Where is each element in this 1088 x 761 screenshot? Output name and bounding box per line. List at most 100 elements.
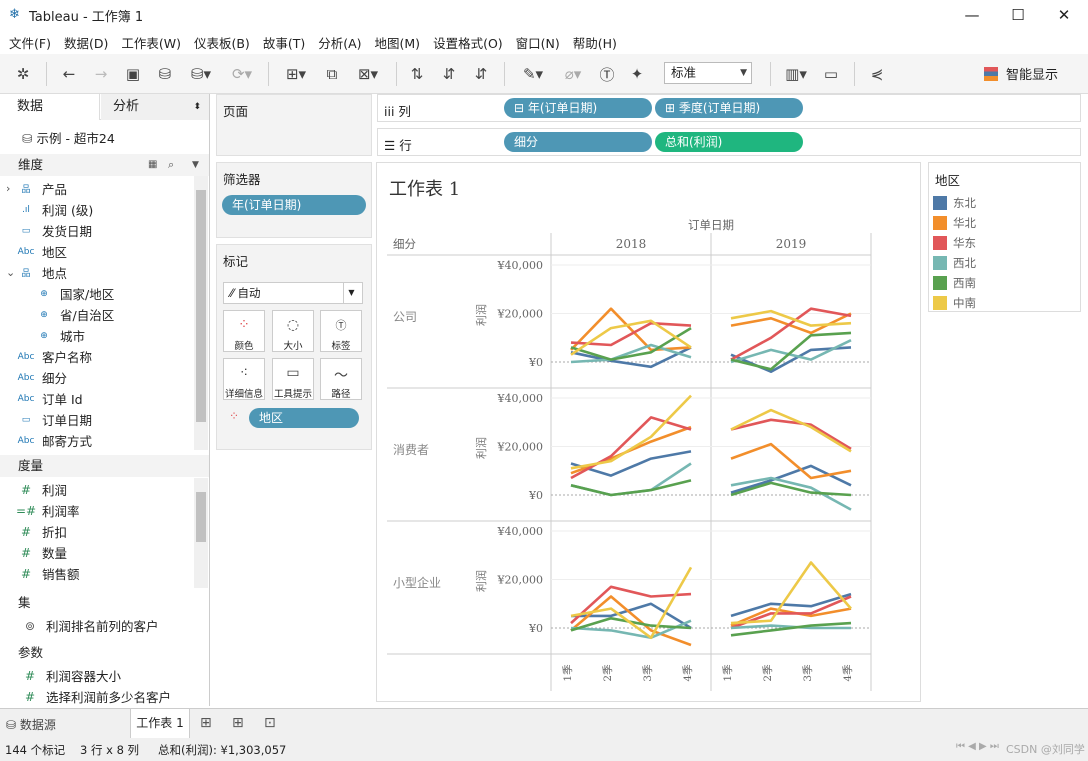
legend-item[interactable]: 东北 [933,194,976,212]
menu-dashboard[interactable]: 仪表板(B) [194,33,250,52]
row-pill-segment[interactable]: 细分 [504,132,652,152]
expand-icon[interactable]: › [6,182,16,195]
row-pill-profit[interactable]: 总和(利润) [655,132,803,152]
menu-help[interactable]: 帮助(H) [573,33,617,52]
worksheet-view[interactable]: 工作表 1 订单日期 细分 2018 2019 公司 利润 ¥40,000 ¥20,000… [376,162,921,702]
measure-field[interactable]: # 数量 [16,542,67,563]
path-button[interactable]: 〜路径 [320,358,362,400]
fit-width-icon[interactable]: ▥▾ [778,63,814,85]
undo-icon[interactable]: ← [58,63,80,85]
redo-icon[interactable]: → [90,63,112,85]
minimize-button[interactable]: — [949,0,995,30]
new-worksheet-icon[interactable]: ⊞ [200,715,212,731]
highlight-icon[interactable]: ✎▾ [516,63,550,85]
menu-file[interactable]: 文件(F) [9,33,51,52]
clear-sheet-icon[interactable]: ⊠▾ [350,63,386,85]
measure-field[interactable]: # 折扣 [16,521,67,542]
share-icon[interactable]: ⋞ [866,63,888,85]
tooltip-button[interactable]: ▭ 工具提示 [272,358,314,400]
fit-select[interactable]: 标准 ▼ [664,62,752,84]
measure-field[interactable]: # 利润 [16,479,67,500]
menu-format[interactable]: 设置格式(O) [433,33,503,52]
param-item[interactable]: # 选择利润前多少名客户 [20,686,171,707]
save-icon[interactable]: ▣ [122,63,144,85]
datasource-item[interactable]: ⛁ 示例 - 超市24 [22,128,115,147]
color-pill[interactable]: 地区 [249,408,359,428]
legend-item[interactable]: 西南 [933,274,976,292]
chevron-down-icon[interactable]: ▼ [192,154,199,176]
show-labels-icon[interactable]: Ⓣ [596,63,618,85]
legend-item[interactable]: 华北 [933,214,976,232]
mark-type-select[interactable]: ⁄⁄ 自动 ▼ [223,282,363,304]
legend-item[interactable]: 西北 [933,254,976,272]
line-chart[interactable]: 工作表 1 订单日期 细分 2018 2019公司 利润¥40,000¥20,000… [377,163,920,701]
sheet-tab[interactable]: 工作表 1 [130,709,190,738]
new-story-icon[interactable]: ⊡ [264,715,276,731]
new-datasource-icon[interactable]: ⛁ [154,63,176,85]
set-item[interactable]: ⊚ 利润排名前列的客户 [20,615,159,636]
size-button[interactable]: ◌ 大小 [272,310,314,352]
datasource-tab[interactable]: ⛁ 数据源 [6,716,56,733]
dimension-field[interactable]: › 品 产品 [6,178,67,199]
maximize-button[interactable]: ☐ [995,0,1041,30]
smart-show-button[interactable]: 智能显示 [984,64,1058,83]
group-icon[interactable]: ⌀▾ [556,63,590,85]
measure-field[interactable]: # 销售额 [16,563,80,584]
dimension-field[interactable]: ⊕ 城市 [34,325,85,346]
dimension-field[interactable]: ▭ 订单日期 [6,409,92,430]
dimension-label: 利润 (级) [42,203,94,218]
expand-icon[interactable]: ⌄ [6,266,16,279]
menu-analysis[interactable]: 分析(A) [318,33,361,52]
legend-item[interactable]: 华东 [933,234,976,252]
dimension-field[interactable]: Abc 细分 [6,367,67,388]
new-worksheet-icon[interactable]: ⊞▾ [278,63,314,85]
label-button[interactable]: Ⓣ 标签 [320,310,362,352]
sort-descending-icon[interactable]: ⇵ [470,63,492,85]
tableau-home-icon[interactable]: ✲ [12,63,34,85]
dimension-field[interactable]: Abc 订单 Id [6,388,83,409]
dimension-field[interactable]: ⊕ 国家/地区 [34,283,114,304]
dimension-field[interactable]: Abc 邮寄方式 [6,430,92,451]
dimension-field[interactable]: Abc 地区 [6,241,67,262]
dimension-field[interactable]: Abc 客户名称 [6,346,92,367]
search-icon[interactable]: ⌕ [168,154,174,176]
dimension-field[interactable]: ▭ 发货日期 [6,220,92,241]
pages-card[interactable]: 页面 [216,94,372,156]
color-legend[interactable]: 地区 东北 华北 华东 西北 西南 中南 [928,162,1081,312]
columns-shelf[interactable]: iii 列 ⊟ 年(订单日期) ⊞ 季度(订单日期) [377,94,1081,122]
dimension-label: 城市 [60,329,86,344]
legend-item[interactable]: 中南 [933,294,976,312]
sheet-nav-icons[interactable]: ⏮ ◀ ▶ ⏭ [956,741,999,752]
swap-rows-columns-icon[interactable]: ⇅ [406,63,428,85]
param-item[interactable]: # 利润容器大小 [20,665,121,686]
menu-worksheet[interactable]: 工作表(W) [121,33,181,52]
filters-card[interactable]: 筛选器 年(订单日期) [216,162,372,238]
tab-analysis[interactable]: 分析 ⬍ [101,94,209,120]
grid-view-icon[interactable]: ▦ [148,154,157,176]
dimensions-scrollbar[interactable] [194,176,208,450]
refresh-icon[interactable]: ⟳▾ [224,63,260,85]
column-pill-quarter[interactable]: ⊞ 季度(订单日期) [655,98,803,118]
dimension-field[interactable]: .ıl 利润 (级) [6,199,93,220]
presentation-mode-icon[interactable]: ▭ [820,63,842,85]
filter-pill[interactable]: 年(订单日期) [222,195,366,215]
menu-window[interactable]: 窗口(N) [516,33,560,52]
measure-field[interactable]: =# 利润率 [16,500,80,521]
close-button[interactable]: ✕ [1041,0,1087,30]
new-dashboard-icon[interactable]: ⊞ [232,715,244,731]
dimension-field[interactable]: ⊕ 省/自治区 [34,304,114,325]
sort-ascending-icon[interactable]: ⇵ [438,63,460,85]
column-pill-year[interactable]: ⊟ 年(订单日期) [504,98,652,118]
dimension-field[interactable]: ⌄ 品 地点 [6,262,67,283]
detail-button[interactable]: ⁖ 详细信息 [223,358,265,400]
pause-updates-icon[interactable]: ⛁▾ [186,63,216,85]
measures-scrollbar[interactable] [194,478,208,588]
fix-axes-icon[interactable]: ✦ [626,63,648,85]
duplicate-sheet-icon[interactable]: ⧉ [320,63,344,85]
tab-data[interactable]: 数据 [0,94,100,120]
color-button[interactable]: ⁘ 颜色 [223,310,265,352]
menu-story[interactable]: 故事(T) [263,33,305,52]
menu-data[interactable]: 数据(D) [64,33,108,52]
rows-shelf[interactable]: ☰ 行 细分 总和(利润) [377,128,1081,156]
menu-map[interactable]: 地图(M) [375,33,421,52]
